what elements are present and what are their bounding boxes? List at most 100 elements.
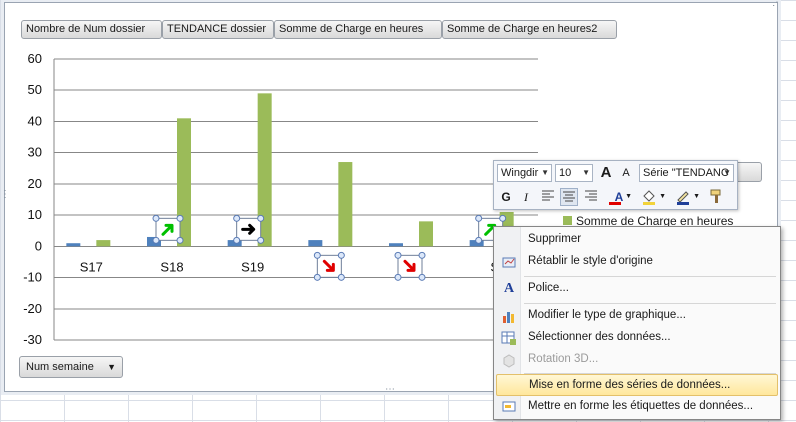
menu-item-label: Supprimer — [528, 233, 582, 245]
bar[interactable] — [419, 221, 433, 247]
font-name-select[interactable]: Wingdir ▼ — [497, 164, 552, 182]
y-tick-label: -20 — [23, 301, 42, 316]
y-tick-label: 60 — [28, 51, 42, 66]
bar[interactable] — [338, 162, 353, 247]
brush-icon — [710, 189, 721, 203]
axis-field-button[interactable]: Num semaine ▼ — [19, 356, 123, 378]
menu-item-label: Rotation 3D... — [528, 353, 599, 365]
line-color-button[interactable]: ▼ — [674, 188, 700, 206]
grow-font-button[interactable]: A — [597, 164, 615, 182]
dropdown-arrow-icon: ▼ — [659, 193, 666, 200]
y-tick-label: 40 — [28, 113, 42, 128]
menu-item-label: Police... — [528, 282, 569, 294]
selection-handle — [176, 236, 184, 244]
align-left-button[interactable] — [539, 188, 557, 206]
font-color-button[interactable]: A ▼ — [606, 188, 632, 206]
font-icon: A — [503, 281, 515, 296]
menu-separator — [524, 276, 776, 277]
legend-field-button[interactable] — [736, 162, 762, 182]
bold-button[interactable]: G — [497, 188, 515, 206]
axis-field-label: Num semaine — [26, 361, 94, 373]
selection-handle — [394, 251, 402, 259]
menu-item-selectionner-donnees[interactable]: Sélectionner des données... — [496, 327, 778, 349]
menu-item-mise-en-forme-series[interactable]: Mise en forme des séries de données... — [496, 374, 778, 396]
menu-separator — [524, 303, 776, 304]
italic-button[interactable]: I — [517, 188, 535, 206]
legend-swatch — [563, 216, 572, 225]
font-name-value: Wingdir — [501, 167, 539, 179]
selection-handle — [475, 236, 483, 244]
y-tick-label: 50 — [28, 82, 42, 97]
menu-item-rotation-3d: Rotation 3D... — [496, 349, 778, 371]
dropdown-arrow-icon: ▼ — [693, 193, 700, 200]
selection-handle — [394, 273, 402, 281]
context-menu: Supprimer Rétablir le style d'origine A … — [493, 226, 781, 420]
chart-element-select[interactable]: Série "TENDANC ▼ — [639, 164, 734, 182]
menu-item-label: Sélectionner des données... — [528, 331, 671, 343]
menu-item-supprimer[interactable]: Supprimer — [496, 229, 778, 251]
dropdown-arrow-icon: ▼ — [723, 168, 731, 177]
selection-handle — [418, 251, 426, 259]
x-tick-label: S19 — [241, 259, 264, 274]
bar[interactable] — [66, 243, 81, 247]
font-size-select[interactable]: 10 ▼ — [555, 164, 593, 182]
dropdown-arrow-icon: ▼ — [107, 362, 116, 372]
dropdown-arrow-icon: ▼ — [625, 193, 632, 200]
menu-item-label: Mettre en forme les étiquettes de donnée… — [528, 400, 754, 412]
selection-handle — [233, 214, 241, 222]
selection-handle — [337, 251, 345, 259]
menu-item-retablir-style[interactable]: Rétablir le style d'origine — [496, 251, 778, 273]
selection-handle — [337, 273, 345, 281]
menu-item-mettre-en-forme-etiquettes[interactable]: Mettre en forme les étiquettes de donnée… — [496, 396, 778, 418]
chart-type-icon — [503, 312, 514, 323]
chart-element-value: Série "TENDANC — [643, 167, 729, 179]
font-size-value: 10 — [559, 167, 572, 179]
font-color-swatch — [609, 202, 621, 205]
align-left-icon — [542, 190, 554, 201]
menu-item-label: Rétablir le style d'origine — [528, 255, 653, 267]
align-right-icon — [585, 190, 597, 201]
menu-item-label: Mise en forme des séries de données... — [529, 379, 731, 391]
selection-handle — [499, 214, 507, 222]
selection-handle — [418, 273, 426, 281]
y-tick-label: 30 — [28, 145, 42, 160]
align-center-button[interactable] — [560, 188, 578, 206]
menu-item-modifier-type[interactable]: Modifier le type de graphique... — [496, 305, 778, 327]
selection-handle — [152, 236, 160, 244]
align-center-icon — [563, 191, 575, 202]
menu-item-police[interactable]: A Police... — [496, 278, 778, 300]
fill-color-button[interactable]: ▼ — [640, 188, 666, 206]
y-tick-label: -10 — [23, 270, 42, 285]
mini-toolbar: Wingdir ▼ 10 ▼ A A Série "TENDANC ▼ G I … — [493, 160, 738, 210]
bold-icon: G — [501, 190, 511, 204]
selection-handle — [313, 251, 321, 259]
bar[interactable] — [96, 240, 111, 247]
bar[interactable] — [389, 243, 403, 247]
selection-handle — [233, 236, 241, 244]
bar[interactable] — [308, 240, 323, 247]
pen-icon — [677, 191, 689, 205]
reset-style-icon — [502, 257, 516, 268]
shrink-font-icon: A — [622, 167, 630, 179]
selection-handle — [257, 214, 265, 222]
format-labels-icon — [502, 401, 516, 412]
shrink-font-button[interactable]: A — [617, 164, 635, 182]
format-painter-button[interactable] — [708, 188, 726, 206]
y-tick-label: -30 — [23, 332, 42, 347]
selection-handle — [257, 236, 265, 244]
selection-handle — [313, 273, 321, 281]
paint-bucket-icon — [643, 190, 655, 205]
y-tick-label: 20 — [28, 176, 42, 191]
align-right-button[interactable] — [582, 188, 600, 206]
italic-icon: I — [524, 190, 528, 204]
rotation-3d-icon — [503, 354, 515, 368]
grow-font-icon: A — [600, 164, 612, 181]
selection-handle — [176, 214, 184, 222]
dropdown-arrow-icon: ▼ — [582, 168, 590, 177]
menu-item-label: Modifier le type de graphique... — [528, 309, 686, 321]
x-tick-label: S17 — [80, 259, 103, 274]
selection-handle — [152, 214, 160, 222]
y-tick-label: 0 — [35, 238, 42, 253]
dropdown-arrow-icon: ▼ — [541, 168, 549, 177]
select-data-icon — [501, 331, 516, 345]
